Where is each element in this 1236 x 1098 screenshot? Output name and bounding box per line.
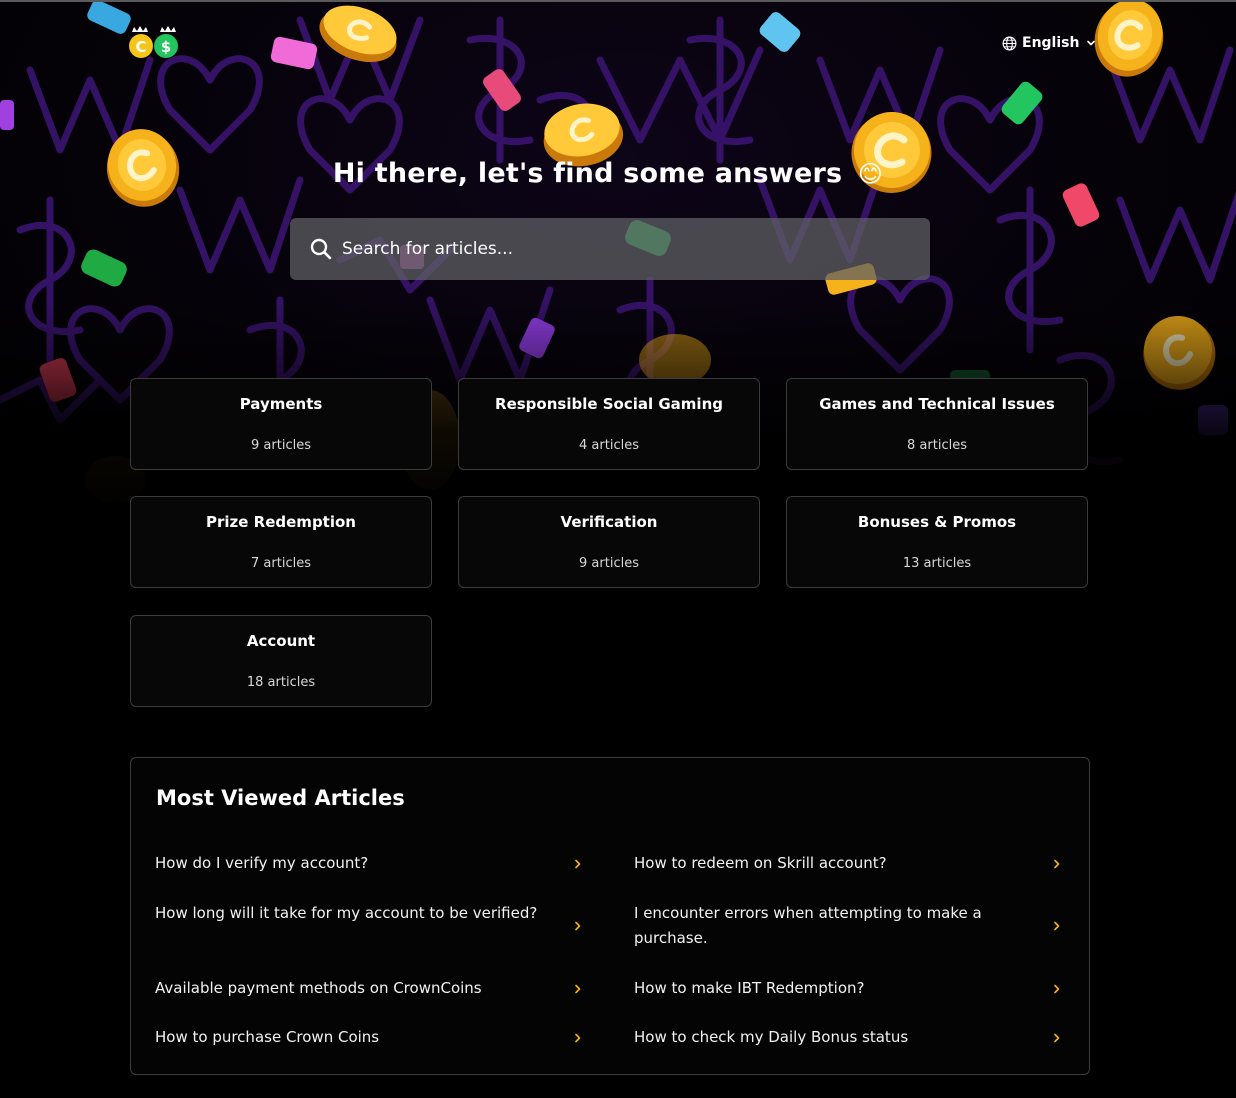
category-card-prize-redemption[interactable]: Prize Redemption 7 articles <box>130 496 432 588</box>
category-article-count: 4 articles <box>579 438 639 453</box>
article-link[interactable]: How long will it take for my account to … <box>155 901 585 951</box>
article-link[interactable]: Available payment methods on CrownCoins <box>155 976 585 1001</box>
help-center-page: C $ English Hi there, let's find some an… <box>0 0 1236 1098</box>
category-article-count: 9 articles <box>579 556 639 571</box>
article-link-label: How long will it take for my account to … <box>155 904 538 922</box>
article-link[interactable]: I encounter errors when attempting to ma… <box>634 901 1064 951</box>
smiling-emoji-icon: 😊 <box>857 160 884 188</box>
chevron-right-icon <box>574 1025 584 1050</box>
top-border <box>0 0 1236 2</box>
category-card-account[interactable]: Account 18 articles <box>130 615 432 707</box>
category-article-count: 7 articles <box>251 556 311 571</box>
chevron-right-icon <box>1053 1025 1063 1050</box>
category-title: Payments <box>239 395 323 413</box>
article-link[interactable]: How to purchase Crown Coins <box>155 1025 585 1050</box>
language-label: English <box>1022 35 1080 51</box>
category-card-verification[interactable]: Verification 9 articles <box>458 496 760 588</box>
category-title: Games and Technical Issues <box>819 395 1055 413</box>
crowncoins-logo[interactable]: C $ <box>128 26 180 62</box>
category-card-bonuses-and-promos[interactable]: Bonuses & Promos 13 articles <box>786 496 1088 588</box>
article-link[interactable]: How do I verify my account? <box>155 851 585 876</box>
language-selector[interactable]: English <box>1002 35 1096 51</box>
search-bar[interactable] <box>290 218 930 280</box>
article-link-label: How to make IBT Redemption? <box>634 979 865 997</box>
category-title: Account <box>246 632 316 650</box>
article-link[interactable]: How to check my Daily Bonus status <box>634 1025 1064 1050</box>
category-article-count: 18 articles <box>246 675 316 690</box>
svg-text:$: $ <box>161 38 171 56</box>
category-card-responsible-social-gaming[interactable]: Responsible Social Gaming 4 articles <box>458 378 760 470</box>
chevron-right-icon <box>574 976 584 1001</box>
article-link-label: How to purchase Crown Coins <box>155 1028 380 1046</box>
article-link-label: How to check my Daily Bonus status <box>634 1028 909 1046</box>
chevron-right-icon <box>574 901 584 951</box>
chevron-down-icon <box>1087 40 1096 46</box>
article-link-label: I encounter errors when attempting to ma… <box>634 904 982 947</box>
search-icon <box>310 238 332 260</box>
category-title: Bonuses & Promos <box>857 513 1017 531</box>
article-link-label: Available payment methods on CrownCoins <box>155 979 482 997</box>
svg-text:C: C <box>135 38 146 56</box>
article-link[interactable]: How to make IBT Redemption? <box>634 976 1064 1001</box>
category-title: Prize Redemption <box>206 513 356 531</box>
hero-title: Hi there, let's find some answers 😊 <box>0 158 1216 189</box>
article-link-label: How do I verify my account? <box>155 854 369 872</box>
most-viewed-articles-panel: Most Viewed Articles How do I verify my … <box>130 757 1090 1075</box>
article-link[interactable]: How to redeem on Skrill account? <box>634 851 1064 876</box>
hero-title-text: Hi there, let's find some answers <box>332 158 843 189</box>
most-viewed-title: Most Viewed Articles <box>156 786 405 810</box>
chevron-right-icon <box>574 851 584 876</box>
category-card-games-and-technical-issues[interactable]: Games and Technical Issues 8 articles <box>786 378 1088 470</box>
category-article-count: 13 articles <box>902 556 972 571</box>
category-title: Verification <box>560 513 658 531</box>
category-article-count: 8 articles <box>907 438 967 453</box>
globe-icon <box>1002 36 1017 50</box>
category-article-count: 9 articles <box>251 438 311 453</box>
search-input[interactable] <box>340 238 904 260</box>
category-title: Responsible Social Gaming <box>495 395 723 413</box>
chevron-right-icon <box>1053 851 1063 876</box>
chevron-right-icon <box>1053 976 1063 1001</box>
article-link-label: How to redeem on Skrill account? <box>634 854 887 872</box>
category-card-payments[interactable]: Payments 9 articles <box>130 378 432 470</box>
chevron-right-icon <box>1053 901 1063 951</box>
